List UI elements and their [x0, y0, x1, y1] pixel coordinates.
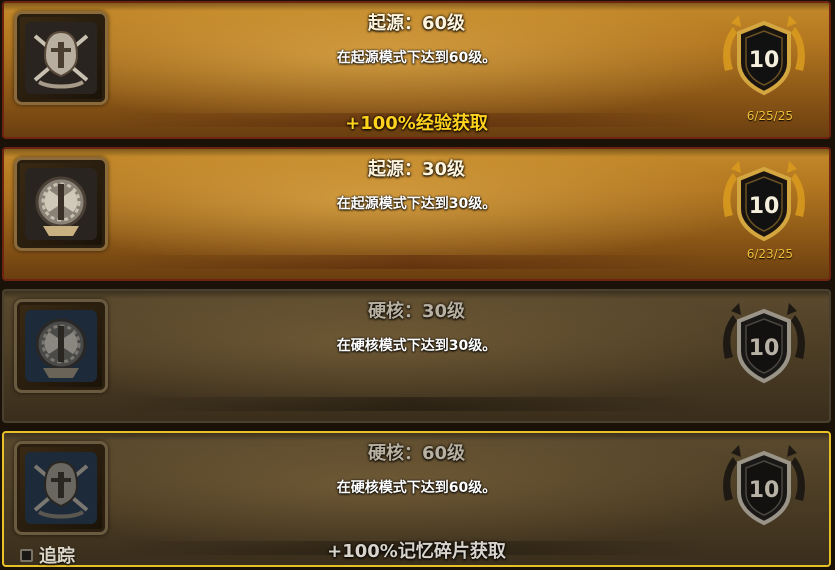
badge-points-text: 10	[749, 194, 780, 219]
row-footer-band	[114, 397, 709, 411]
completion-date: 6/25/25	[746, 109, 793, 123]
achievement-row[interactable]: 起源：30级 在起源模式下达到30级。 10 6/23/25	[2, 147, 831, 281]
track-label: 追踪	[39, 546, 75, 567]
row-footer-band	[114, 255, 709, 269]
points-shield-badge-icon: 10	[723, 15, 805, 96]
track-checkbox[interactable]	[20, 548, 33, 562]
badge-points-text: 10	[749, 48, 780, 73]
achievement-description: 在硬核模式下达到60级。	[336, 480, 497, 496]
achievement-description: 在起源模式下达到30级。	[336, 196, 497, 212]
achievement-title: 硬核：60级	[367, 443, 466, 464]
achievement-row[interactable]: 硬核：60级 在硬核模式下达到60级。 +100%记忆碎片获取 10	[2, 431, 831, 567]
badge-points-text: 10	[749, 478, 780, 503]
achievement-description: 在起源模式下达到60级。	[336, 50, 497, 66]
points-shield-badge-icon: 10	[723, 303, 805, 384]
achievement-row[interactable]: 硬核：30级 在硬核模式下达到30级。 10	[2, 289, 831, 423]
achievement-title: 硬核：30级	[367, 301, 466, 322]
achievement-reward: +100%经验获取	[345, 113, 488, 134]
points-shield-badge-icon: 10	[723, 445, 805, 526]
points-shield-badge-icon: 10	[723, 161, 805, 242]
achievement-description: 在硬核模式下达到30级。	[336, 338, 497, 354]
badge-points-text: 10	[749, 336, 780, 361]
track-toggle[interactable]: 追踪	[20, 542, 75, 568]
achievement-row[interactable]: 起源：60级 在起源模式下达到60级。 +100%经验获取 10 6/25/25	[2, 1, 831, 139]
achievement-reward: +100%记忆碎片获取	[327, 541, 506, 562]
achievement-title: 起源：60级	[367, 13, 466, 34]
achievement-title: 起源：30级	[367, 159, 466, 180]
completion-date: 6/23/25	[746, 247, 793, 261]
